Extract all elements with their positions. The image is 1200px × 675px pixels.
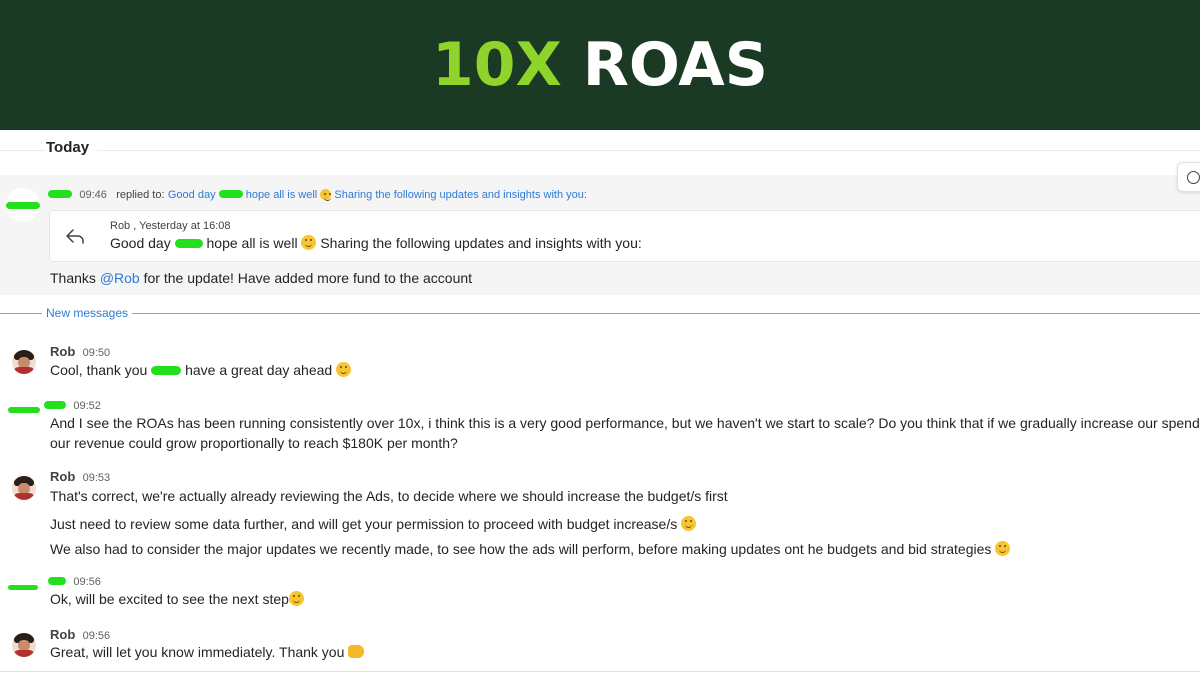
message-header: 09:56 (48, 574, 101, 588)
avatar (12, 350, 36, 374)
chat-thread[interactable]: Today 09:46 replied to: Good day hope al… (0, 130, 1200, 675)
quote-text-c: Sharing the following updates and insigh… (320, 235, 642, 251)
message-header: Rob 09:56 (50, 627, 110, 642)
smiling-face-emoji (320, 189, 332, 201)
smiling-face-emoji (995, 541, 1011, 556)
message-time: 09:56 (82, 630, 111, 642)
message-time: 09:56 (73, 576, 101, 588)
message-text-part: Great, will let you know immediately. Th… (50, 644, 345, 660)
message-time: 09:53 (82, 472, 111, 484)
message-text-part: We also had to consider the major update… (50, 541, 992, 557)
message-text: our revenue could grow proportionally to… (50, 435, 458, 451)
quote-text-b: hope all is well (206, 235, 298, 251)
banner-title-accent: 10X (432, 30, 562, 100)
message-text: for the update! Have added more fund to … (143, 270, 473, 286)
message-text: Thanks (50, 270, 96, 286)
quote-text: Good day hope all is well Sharing the fo… (110, 235, 642, 251)
message-body: Thanks @Rob for the update! Have added m… (50, 270, 472, 286)
smiling-face-emoji (301, 235, 317, 250)
message-header: Rob 09:53 (50, 469, 110, 484)
smiling-face-emoji (681, 516, 697, 531)
avatar (12, 476, 36, 500)
message-time: 09:52 (73, 400, 101, 412)
grinning-face-emoji (288, 591, 304, 606)
replied-to-text-b: hope all is well (245, 189, 318, 201)
redaction-mark (6, 202, 40, 209)
message-time: 09:46 (79, 189, 107, 201)
redaction-mark (48, 577, 66, 585)
avatar (6, 188, 40, 222)
divider (0, 671, 1200, 672)
sender-name: Rob (50, 627, 76, 642)
sender-name: Rob (50, 344, 76, 359)
quote-author: Rob , Yesterday at 16:08 (110, 220, 231, 232)
day-divider-line (0, 150, 1200, 151)
new-messages-label: New messages (42, 306, 133, 320)
redaction-mark (174, 239, 203, 248)
mention-link[interactable]: @Rob (100, 270, 140, 286)
message-text: We also had to consider the major update… (50, 541, 1011, 557)
reply-arrow-icon (66, 229, 84, 244)
quote-text-a: Good day (110, 235, 171, 251)
replied-to-prefix: replied to: (116, 189, 165, 201)
banner-title: 10X ROAS (432, 30, 768, 100)
message-reply-block[interactable]: 09:46 replied to: Good day hope all is w… (0, 175, 1200, 295)
message-text: Ok, will be excited to see the next step (50, 591, 304, 607)
message-text: Great, will let you know immediately. Th… (50, 644, 365, 660)
add-reaction-button[interactable] (1177, 162, 1200, 192)
redaction-mark (44, 401, 66, 409)
redaction-mark (8, 407, 40, 413)
avatar (12, 633, 36, 657)
message-text-part: have a great day ahead (185, 362, 333, 378)
replied-to-link[interactable]: Good day hope all is well Sharing the fo… (168, 189, 587, 201)
redaction-mark (8, 585, 38, 590)
smiling-face-emoji (336, 362, 352, 377)
message-text-part: Just need to review some data further, a… (50, 516, 678, 532)
message-text: Cool, thank you have a great day ahead (50, 362, 352, 378)
sender-name: Rob (50, 469, 76, 484)
message-header: Rob 09:50 (50, 344, 110, 359)
day-divider-label: Today (46, 139, 98, 156)
quoted-message[interactable]: Rob , Yesterday at 16:08 Good day hope a… (49, 210, 1200, 262)
redaction-mark (151, 366, 182, 375)
message-header: 09:46 replied to: Good day hope all is w… (48, 187, 587, 201)
replied-to-text-a: Good day (167, 189, 216, 201)
new-messages-divider (0, 313, 1200, 314)
message-time: 09:50 (82, 347, 111, 359)
fist-bump-emoji (348, 645, 365, 658)
smiley-reaction-icon (1187, 171, 1200, 184)
header-banner: 10X ROAS (0, 0, 1200, 130)
banner-title-rest: ROAS (582, 30, 768, 100)
message-text: And I see the ROAs has been running cons… (50, 415, 1200, 431)
message-text: That's correct, we're actually already r… (50, 488, 728, 504)
message-text: Just need to review some data further, a… (50, 516, 697, 532)
message-text-part: Cool, thank you (50, 362, 148, 378)
message-header: 09:52 (44, 398, 101, 412)
message-text-part: Ok, will be excited to see the next step (50, 591, 289, 607)
replied-to-text-c: Sharing the following updates and insigh… (334, 189, 587, 201)
redaction-mark (218, 190, 243, 198)
redaction-mark (48, 190, 72, 198)
